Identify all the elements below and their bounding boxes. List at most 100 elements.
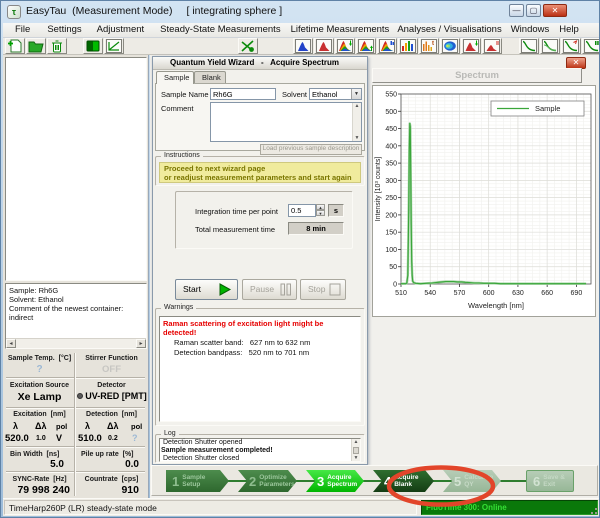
excitation-source-label: Excitation Source bbox=[6, 382, 73, 389]
wizard-title[interactable]: Quantum Yield Wizard - Acquire Spectrum bbox=[153, 57, 367, 70]
svg-text:0: 0 bbox=[393, 282, 397, 289]
maximize-button[interactable]: ▢ bbox=[526, 4, 541, 17]
title-bar[interactable]: τ EasyTau (Measurement Mode)[ integratin… bbox=[1, 1, 600, 23]
menu-bar: File Settings Adjustment Steady-State Measu… bbox=[3, 23, 599, 38]
new-document-icon bbox=[6, 39, 24, 53]
decay-log-icon bbox=[541, 39, 559, 53]
scroll-up-icon: ▲ bbox=[352, 439, 360, 445]
menu-settings[interactable]: Settings bbox=[45, 23, 83, 36]
col-delta-lambda: Δλ bbox=[107, 421, 118, 431]
log-line: Sample measurement completed! bbox=[160, 447, 360, 455]
spectrum-plot: 5105405706006306606900501001502002503003… bbox=[373, 86, 595, 316]
open-file-button[interactable] bbox=[26, 38, 46, 54]
comment-textarea[interactable]: ▲▼ bbox=[210, 102, 362, 142]
app-icon: τ bbox=[7, 5, 21, 19]
chart-excitation-scan-button[interactable] bbox=[335, 38, 355, 54]
svg-text:Sample: Sample bbox=[535, 104, 560, 113]
adjustment-tools-button[interactable] bbox=[238, 38, 258, 54]
spectrum-chart[interactable]: 5105405706006306606900501001502002503003… bbox=[372, 85, 596, 317]
svg-text:660: 660 bbox=[541, 290, 553, 297]
svg-text:540: 540 bbox=[424, 290, 436, 297]
log-scrollbar[interactable]: ▲▼ bbox=[351, 439, 360, 461]
stop-button[interactable]: Stop bbox=[300, 279, 346, 300]
svg-text:690: 690 bbox=[571, 290, 583, 297]
scroll-right-icon[interactable]: ▸ bbox=[136, 339, 146, 348]
sample-name-input[interactable] bbox=[210, 88, 276, 100]
measurement-list[interactable] bbox=[5, 57, 147, 281]
toolbar-group bbox=[5, 38, 67, 54]
scroll-down-icon[interactable]: ▼ bbox=[353, 135, 361, 141]
chart-contour-plot-button[interactable] bbox=[440, 38, 460, 54]
stirrer-value: OFF bbox=[77, 364, 146, 375]
detector-value: UV-RED [PMT] bbox=[75, 391, 149, 401]
play-icon bbox=[218, 283, 232, 296]
chart-emission-blue-button[interactable] bbox=[293, 38, 313, 54]
minimize-button[interactable]: — bbox=[509, 4, 524, 17]
load-previous-description-button[interactable]: Load previous sample description bbox=[260, 144, 362, 155]
tab-sample[interactable]: Sample bbox=[156, 71, 194, 84]
left-dock-panel: Sample: Rh6G Solvent: Ethanol Comment of… bbox=[3, 55, 149, 498]
svg-text:100: 100 bbox=[385, 247, 397, 254]
menu-lifetime-measurements[interactable]: Lifetime Measurements bbox=[289, 23, 392, 36]
menu-windows[interactable]: Windows bbox=[509, 23, 552, 36]
step-6-save-exit[interactable]: 6Save &Exit bbox=[526, 470, 574, 492]
step-1-sample-setup[interactable]: 1SampleSetup bbox=[166, 470, 229, 492]
annotation-red-ellipse bbox=[385, 465, 497, 509]
step-number: 1 bbox=[172, 474, 179, 489]
chart-emission-red-icon bbox=[315, 39, 333, 53]
total-time-label: Total measurement time bbox=[195, 225, 275, 234]
warnings-box: Raman scattering of excitation light mig… bbox=[159, 316, 361, 422]
scrollbar-thumb[interactable] bbox=[353, 447, 359, 454]
instructions-note: Proceed to next wizard page or readjust … bbox=[159, 162, 361, 183]
chart-timetrace-button[interactable]: t bbox=[419, 38, 439, 54]
decay-export-button[interactable] bbox=[582, 38, 600, 54]
warning-main: Raman scattering of excitation light mig… bbox=[160, 317, 360, 337]
instructions-group-title: Instructions bbox=[161, 152, 203, 159]
scroll-up-icon[interactable]: ▲ bbox=[353, 103, 361, 109]
chart-trace-bars-button[interactable] bbox=[398, 38, 418, 54]
scroll-left-icon[interactable]: ◂ bbox=[6, 339, 16, 348]
comment-scrollbar[interactable]: ▲▼ bbox=[352, 103, 361, 141]
resize-grip[interactable] bbox=[589, 506, 598, 515]
chevron-down-icon[interactable]: ▼ bbox=[351, 89, 361, 99]
chart-trace-bars-blue-button[interactable] bbox=[377, 38, 397, 54]
hardware-connect-button[interactable] bbox=[83, 38, 103, 54]
chart-polarization-button[interactable] bbox=[482, 38, 502, 54]
decay-lin-button[interactable] bbox=[519, 38, 539, 54]
warning-line: Raman scatter band: 627 nm to 632 nm bbox=[160, 337, 360, 347]
menu-help[interactable]: Help bbox=[557, 23, 581, 36]
menu-steady-state-measurements[interactable]: Steady-State Measurements bbox=[158, 23, 282, 36]
wizard-steps-bar: 1SampleSetup2OptimizeParameters3AcquireS… bbox=[151, 465, 598, 496]
pause-icon bbox=[280, 283, 292, 296]
svg-text:Wavelength [nm]: Wavelength [nm] bbox=[468, 301, 524, 310]
spectrum-window-title[interactable]: Spectrum bbox=[372, 68, 582, 83]
integration-time-input[interactable]: 0.5 bbox=[288, 204, 316, 217]
decay-log-button[interactable] bbox=[540, 38, 560, 54]
integration-time-stepper[interactable]: ▲▼ bbox=[316, 204, 325, 216]
sample-info-box[interactable]: Sample: Rh6G Solvent: Ethanol Comment of… bbox=[5, 283, 147, 349]
menu-file[interactable]: File bbox=[13, 23, 32, 36]
chart-emission-blue-icon bbox=[294, 39, 312, 53]
menu-analyses-visualisations[interactable]: Analyses / Visualisations bbox=[395, 23, 503, 36]
comment-label: Comment bbox=[161, 104, 194, 113]
decay-fit-button[interactable] bbox=[561, 38, 581, 54]
step-label: OptimizeParameters bbox=[259, 474, 294, 488]
chart-emission-scan-button[interactable] bbox=[356, 38, 376, 54]
window-title: EasyTau (Measurement Mode)[ integrating … bbox=[26, 5, 282, 17]
delete-measurement-button[interactable] bbox=[47, 38, 67, 54]
horizontal-scrollbar[interactable]: ◂ ▸ bbox=[6, 338, 146, 348]
chart-anisotropy-button[interactable] bbox=[461, 38, 481, 54]
adjustment-tools-icon bbox=[239, 39, 257, 53]
menu-adjustment[interactable]: Adjustment bbox=[95, 23, 147, 36]
stirrer-label: Stirrer Function bbox=[77, 355, 146, 362]
new-document-button[interactable] bbox=[5, 38, 25, 54]
preview-window-button[interactable] bbox=[104, 38, 124, 54]
window-context: [ integrating sphere ] bbox=[186, 5, 282, 17]
solvent-select[interactable]: Ethanol▼ bbox=[309, 88, 362, 100]
tab-blank[interactable]: Blank bbox=[194, 71, 226, 83]
start-button[interactable]: Start bbox=[175, 279, 238, 300]
pause-button[interactable]: Pause bbox=[242, 279, 297, 300]
close-button[interactable]: ✕ bbox=[543, 4, 567, 17]
chart-emission-red-button[interactable] bbox=[314, 38, 334, 54]
chart-trace-bars-icon bbox=[399, 39, 417, 53]
